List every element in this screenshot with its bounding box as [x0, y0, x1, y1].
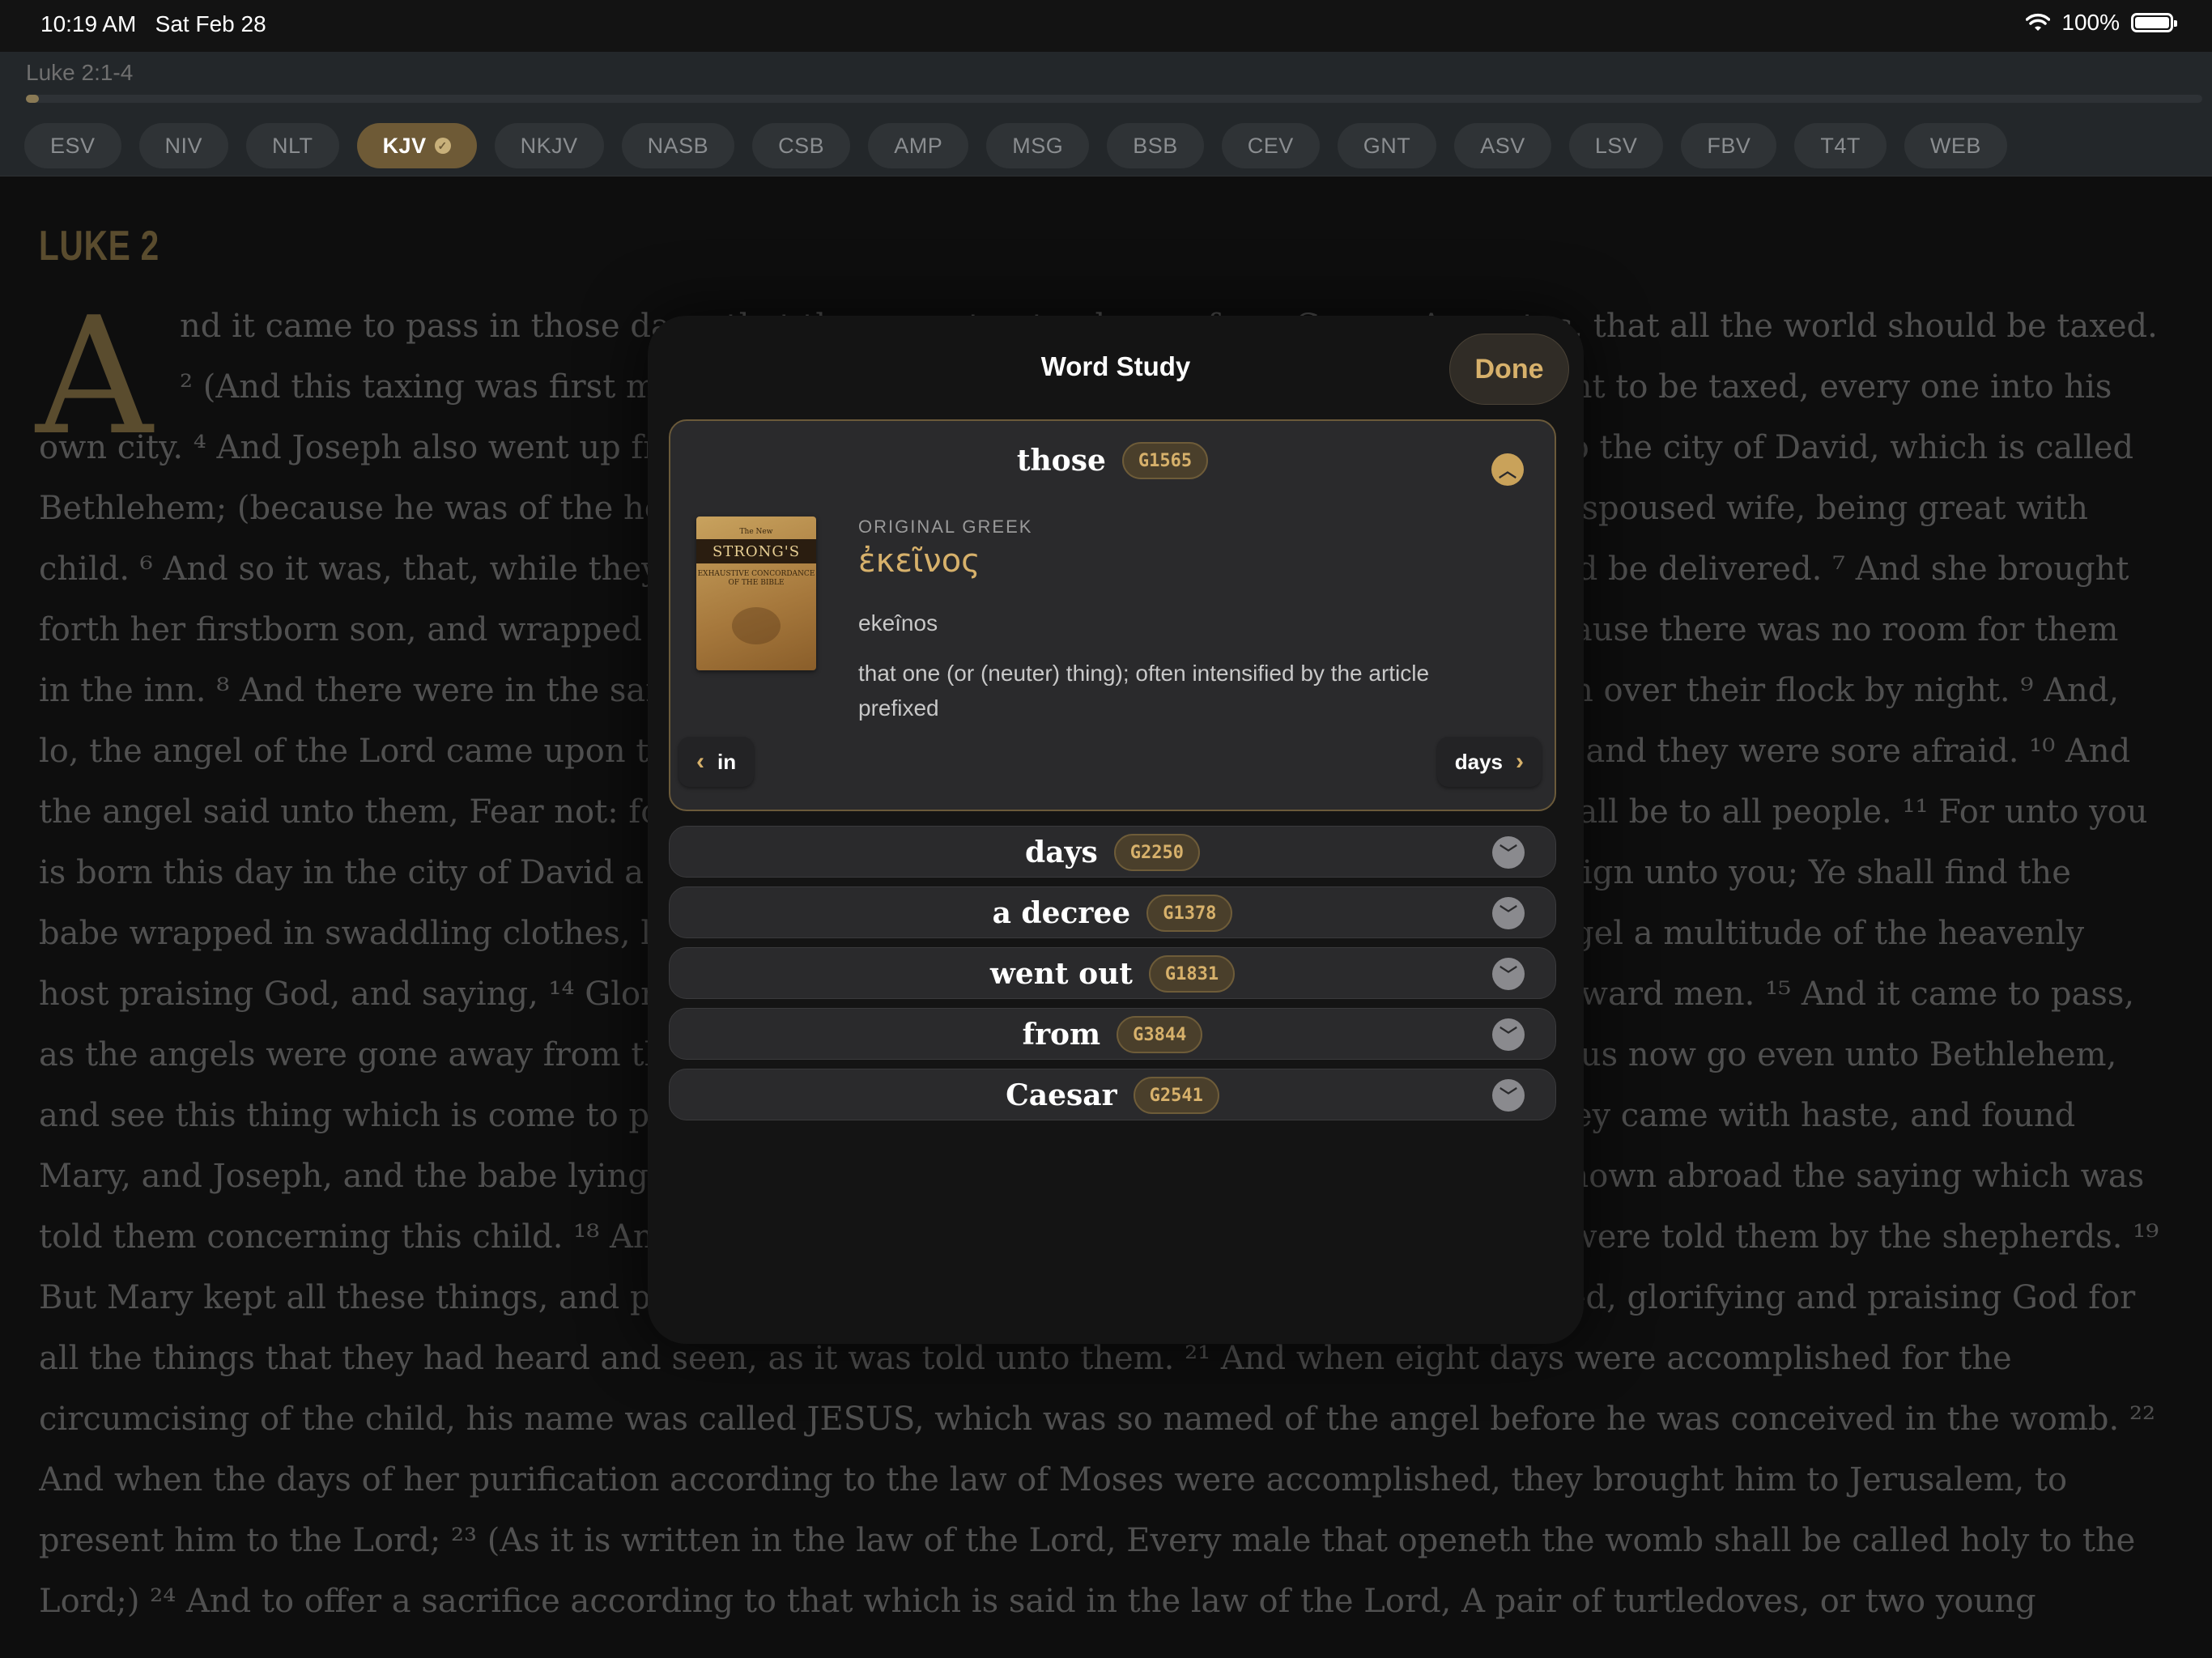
- book-cover-title: STRONG'S: [712, 543, 801, 560]
- book-cover-subtitle: EXHAUSTIVE CONCORDANCE OF THE BIBLE: [697, 570, 815, 587]
- tab-t4t[interactable]: T4T: [1794, 123, 1887, 168]
- time-text: 10:19 AM: [40, 11, 137, 36]
- tab-asv[interactable]: ASV: [1454, 123, 1551, 168]
- word-label: those: [1016, 444, 1106, 478]
- chevron-left-icon: ‹: [696, 748, 704, 775]
- tab-nlt[interactable]: NLT: [246, 123, 339, 168]
- tab-label: KJV: [382, 133, 427, 158]
- word-card-expanded[interactable]: those G1565 ︿ The New STRONG'S EXHAUSTIV…: [669, 419, 1556, 811]
- modal-title: Word Study: [1040, 351, 1191, 381]
- greek-word: ἐκεῖνος: [858, 542, 981, 580]
- tab-label: MSG: [1012, 133, 1064, 158]
- word-label: Caesar: [1006, 1078, 1117, 1112]
- chevron-right-icon: ›: [1516, 748, 1524, 775]
- strongs-badge: G2541: [1133, 1077, 1219, 1114]
- status-time: 10:19 AM Sat Feb 28: [40, 11, 266, 37]
- tab-label: ASV: [1480, 133, 1525, 158]
- next-word-button[interactable]: days ›: [1436, 737, 1542, 787]
- chevron-down-icon[interactable]: ﹀: [1492, 897, 1525, 929]
- tab-label: NASB: [647, 133, 709, 158]
- status-bar: 10:19 AM Sat Feb 28 100%: [0, 0, 2212, 52]
- word-label: days: [1025, 835, 1098, 869]
- tab-lsv[interactable]: LSV: [1568, 123, 1664, 168]
- word-card-header[interactable]: Caesar G2541: [670, 1077, 1555, 1114]
- tab-label: CEV: [1247, 133, 1294, 158]
- tab-label: GNT: [1363, 133, 1411, 158]
- tab-msg[interactable]: MSG: [986, 123, 1090, 168]
- word-card-header[interactable]: days G2250: [670, 834, 1555, 871]
- strongs-badge: G1831: [1148, 955, 1236, 993]
- verified-badge-icon: ✓: [434, 138, 451, 154]
- word-card-header[interactable]: went out G1831: [670, 955, 1555, 993]
- tab-kjv[interactable]: KJV ✓: [356, 123, 477, 168]
- word-card-header[interactable]: from G3844: [670, 1016, 1555, 1053]
- tab-label: T4T: [1820, 133, 1861, 158]
- tab-nkjv[interactable]: NKJV: [494, 123, 604, 168]
- tab-esv[interactable]: ESV: [24, 123, 121, 168]
- tab-label: NKJV: [520, 133, 578, 158]
- tab-label: CSB: [778, 133, 825, 158]
- passage-reference: Luke 2:1-4: [26, 60, 134, 85]
- book-cover-line1: The New: [739, 528, 773, 536]
- tab-gnt[interactable]: GNT: [1337, 123, 1437, 168]
- word-card-header[interactable]: a decree G1378: [670, 895, 1555, 932]
- strongs-concordance-cover: The New STRONG'S EXHAUSTIVE CONCORDANCE …: [696, 517, 816, 670]
- tab-label: BSB: [1133, 133, 1178, 158]
- status-right: 100%: [2026, 10, 2177, 36]
- strongs-badge: G2250: [1113, 834, 1200, 871]
- chevron-down-icon[interactable]: ﹀: [1492, 836, 1525, 869]
- tab-label: AMP: [894, 133, 943, 158]
- word-card-collapsed[interactable]: days G2250 ﹀: [669, 826, 1556, 878]
- previous-word-label: in: [717, 749, 737, 774]
- wifi-icon: [2026, 13, 2051, 31]
- chevron-down-icon[interactable]: ﹀: [1492, 1018, 1525, 1051]
- strongs-badge: G1378: [1146, 895, 1233, 932]
- word-card-collapsed[interactable]: from G3844 ﹀: [669, 1008, 1556, 1060]
- tab-csb[interactable]: CSB: [752, 123, 851, 168]
- chevron-down-icon[interactable]: ﹀: [1492, 1079, 1525, 1112]
- tab-amp[interactable]: AMP: [868, 123, 969, 168]
- next-word-label: days: [1454, 749, 1503, 774]
- battery-percent: 100%: [2061, 10, 2120, 35]
- reading-progress-bar[interactable]: [26, 95, 2202, 103]
- tab-bsb[interactable]: BSB: [1107, 123, 1204, 168]
- progress-fill: [26, 95, 40, 103]
- tab-label: NIV: [164, 133, 203, 158]
- word-study-modal: Word Study Done those G1565 ︿ The New ST…: [648, 316, 1584, 1344]
- word-card-collapsed[interactable]: Caesar G2541 ﹀: [669, 1069, 1556, 1120]
- tab-label: NLT: [272, 133, 313, 158]
- previous-word-button[interactable]: ‹ in: [678, 737, 755, 787]
- word-card-collapsed[interactable]: a decree G1378 ﹀: [669, 886, 1556, 938]
- tab-fbv[interactable]: FBV: [1681, 123, 1777, 168]
- word-label: went out: [989, 957, 1133, 991]
- strongs-badge: G3844: [1117, 1016, 1203, 1053]
- date-text: Sat Feb 28: [155, 11, 266, 36]
- done-button[interactable]: Done: [1449, 334, 1569, 405]
- tab-cev[interactable]: CEV: [1221, 123, 1320, 168]
- tab-web[interactable]: WEB: [1904, 123, 2007, 168]
- chevron-up-icon[interactable]: ︿: [1491, 453, 1524, 486]
- strongs-badge: G1565: [1121, 442, 1209, 479]
- word-label: from: [1022, 1018, 1101, 1052]
- word-label: a decree: [992, 896, 1131, 930]
- translation-tabs: ESV NIV NLT KJV ✓ NKJV NASB CSB AMP MSG BSB CEV GNT A…: [24, 123, 2007, 168]
- tab-label: WEB: [1929, 133, 1981, 158]
- battery-icon: [2131, 13, 2177, 32]
- tab-label: ESV: [50, 133, 96, 158]
- tab-label: FBV: [1707, 133, 1751, 158]
- tab-label: LSV: [1594, 133, 1638, 158]
- original-language-label: ORIGINAL GREEK: [858, 517, 1033, 537]
- transliteration: ekeînos: [858, 610, 938, 636]
- tab-nasb[interactable]: NASB: [621, 123, 735, 168]
- definition-text: that one (or (neuter) thing); often inte…: [858, 661, 1430, 721]
- tab-niv[interactable]: NIV: [138, 123, 229, 168]
- word-card-header[interactable]: those G1565: [670, 442, 1555, 479]
- reader-header: Luke 2:1-4 ESV NIV NLT KJV ✓ NKJV NASB CSB AMP MS…: [0, 52, 2212, 176]
- chevron-down-icon[interactable]: ﹀: [1492, 958, 1525, 990]
- word-card-collapsed[interactable]: went out G1831 ﹀: [669, 947, 1556, 999]
